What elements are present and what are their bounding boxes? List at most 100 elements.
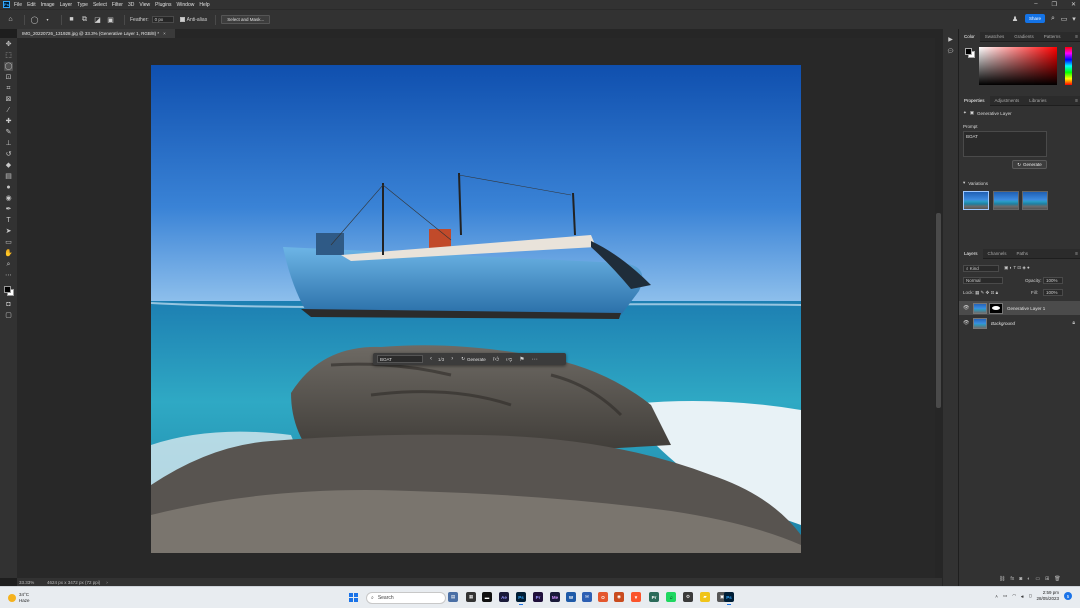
chevron-down-icon[interactable]: ▾ bbox=[1070, 14, 1078, 23]
foreground-color-swatch[interactable] bbox=[3, 286, 11, 293]
terminal-icon[interactable]: ▬ bbox=[482, 592, 492, 602]
weather-widget[interactable]: 34°C Haze bbox=[8, 592, 30, 604]
chevron-down-icon[interactable]: ▾ bbox=[43, 15, 52, 24]
search-icon[interactable]: ⌕ bbox=[1049, 14, 1057, 23]
fx-icon[interactable]: fx bbox=[1010, 576, 1014, 582]
menu-edit[interactable]: Edit bbox=[27, 2, 36, 8]
photoshop-icon[interactable]: Ps bbox=[516, 592, 526, 605]
menu-filter[interactable]: Filter bbox=[112, 2, 123, 8]
zoom-tool-icon[interactable]: ⌕ bbox=[4, 260, 13, 269]
panel-menu-icon[interactable]: ≡ bbox=[1075, 98, 1078, 104]
tab-gradients[interactable]: Gradients bbox=[1009, 32, 1039, 42]
brave-icon[interactable]: ▼ bbox=[631, 592, 641, 602]
more-tools-icon[interactable]: ⋯ bbox=[4, 271, 13, 280]
move-tool-icon[interactable]: ✥ bbox=[4, 40, 13, 49]
menu-file[interactable]: File bbox=[14, 2, 22, 8]
thumbs-up-icon[interactable]: 👍︎ bbox=[493, 355, 499, 363]
settings-icon[interactable]: ⚙ bbox=[683, 592, 693, 602]
zoom-level[interactable]: 33.33% bbox=[17, 580, 39, 585]
vertical-scrollbar[interactable] bbox=[935, 38, 942, 578]
adjustment-layer-icon[interactable]: ◐ bbox=[1027, 576, 1030, 582]
layer-filter-icons[interactable]: ▣ ◐ T ⊡ ◈ ● bbox=[1004, 265, 1030, 271]
layer-name[interactable]: Background bbox=[991, 321, 1015, 326]
maximize-icon[interactable]: ❐ bbox=[1052, 1, 1057, 8]
file-explorer-icon[interactable]: ▰ bbox=[700, 592, 710, 602]
layer-name[interactable]: Generative Layer 1 bbox=[1007, 306, 1045, 311]
quick-mask-icon[interactable]: ◘ bbox=[4, 300, 13, 309]
eraser-tool-icon[interactable]: ◆ bbox=[4, 161, 13, 170]
generate-button[interactable]: ↻ Generate bbox=[461, 356, 486, 362]
menu-select[interactable]: Select bbox=[93, 2, 107, 8]
home-icon[interactable]: ⌂ bbox=[6, 15, 15, 24]
workspace-icon[interactable]: ▭ bbox=[1060, 14, 1068, 23]
prompt-textarea[interactable]: BOAT bbox=[963, 131, 1047, 157]
history-brush-tool-icon[interactable]: ↺ bbox=[4, 150, 13, 159]
color-swatches[interactable] bbox=[3, 285, 15, 297]
media-encoder-icon[interactable]: Me bbox=[550, 592, 560, 602]
pdf-app-icon[interactable]: Pr bbox=[649, 592, 659, 602]
panel-menu-icon[interactable]: ≡ bbox=[1075, 251, 1078, 257]
volume-icon[interactable]: 🔊︎ bbox=[1021, 594, 1024, 599]
tab-patterns[interactable]: Patterns bbox=[1039, 32, 1066, 42]
document-tab[interactable]: IMG_20220726_131928.jpg @ 33.3% (Generat… bbox=[17, 29, 175, 38]
group-icon[interactable]: ▭ bbox=[1035, 576, 1040, 582]
object-selection-tool-icon[interactable]: ⊡ bbox=[4, 73, 13, 82]
menu-layer[interactable]: Layer bbox=[60, 2, 73, 8]
menu-help[interactable]: Help bbox=[199, 2, 209, 8]
panel-menu-icon[interactable]: ≡ bbox=[1075, 34, 1078, 40]
lasso-tool-icon[interactable]: ◯ bbox=[30, 15, 39, 24]
firefox-icon[interactable]: ◉ bbox=[614, 592, 624, 602]
lock-icon[interactable]: 🔒︎ bbox=[1072, 320, 1075, 326]
thumbs-down-icon[interactable]: 👎︎ bbox=[506, 355, 512, 363]
select-and-mask-button[interactable]: Select and Mask... bbox=[221, 15, 271, 24]
variation-thumbnail-2[interactable] bbox=[993, 191, 1019, 210]
add-mask-icon[interactable]: ◙ bbox=[1019, 576, 1022, 582]
widgets-icon[interactable]: ▦ bbox=[466, 592, 476, 602]
layer-filter-select[interactable]: ⌕ Kind bbox=[963, 265, 999, 272]
subtract-selection-icon[interactable]: ◪ bbox=[93, 15, 102, 24]
fill-input[interactable]: 100% bbox=[1043, 289, 1063, 296]
comments-icon[interactable]: 💬︎ bbox=[947, 47, 955, 55]
tab-layers[interactable]: Layers bbox=[959, 248, 983, 259]
chevron-up-icon[interactable]: ˄ bbox=[995, 594, 998, 599]
document-canvas[interactable] bbox=[151, 65, 801, 553]
after-effects-icon[interactable]: Ae bbox=[499, 592, 509, 602]
tab-swatches[interactable]: Swatches bbox=[980, 32, 1010, 42]
minimize-icon[interactable]: – bbox=[1034, 1, 1037, 8]
photoshop-running-icon[interactable]: Ps bbox=[724, 592, 734, 605]
menu-type[interactable]: Type bbox=[77, 2, 88, 8]
canvas-area[interactable]: BOAT ‹ 1/3 › ↻ Generate 👍︎ 👎︎ ⚑ ⋯ bbox=[17, 38, 935, 578]
rectangle-tool-icon[interactable]: ▭ bbox=[4, 238, 13, 247]
windows-start-icon[interactable] bbox=[349, 593, 358, 602]
clock[interactable]: 2:59 pm 28/05/2023 bbox=[1036, 590, 1059, 602]
tab-paths[interactable]: Paths bbox=[1012, 249, 1034, 259]
more-options-icon[interactable]: ⋯ bbox=[532, 356, 538, 363]
menu-3d[interactable]: 3D bbox=[128, 2, 134, 8]
tab-adjustments[interactable]: Adjustments bbox=[990, 96, 1025, 106]
opacity-input[interactable]: 100% bbox=[1043, 277, 1063, 284]
prompt-input[interactable]: BOAT bbox=[377, 355, 423, 363]
taskbar-search[interactable]: ⌕ Search bbox=[366, 592, 446, 604]
eyedropper-tool-icon[interactable]: ⁄ bbox=[4, 106, 13, 115]
layer-row[interactable]: 👁︎ Generative Layer 1 bbox=[959, 301, 1080, 315]
screen-mode-icon[interactable]: ▢ bbox=[4, 311, 13, 320]
layer-row[interactable]: 👁︎ Background 🔒︎ bbox=[959, 316, 1080, 330]
close-icon[interactable]: × bbox=[163, 31, 166, 36]
eye-icon[interactable]: 👁︎ bbox=[963, 305, 971, 311]
task-view-icon[interactable]: ▤ bbox=[448, 592, 458, 602]
new-selection-icon[interactable]: ■ bbox=[67, 15, 76, 24]
chevron-left-icon[interactable]: ‹ bbox=[430, 356, 432, 362]
antialias-checkbox[interactable] bbox=[179, 17, 185, 22]
menu-view[interactable]: View bbox=[139, 2, 150, 8]
lasso-tool-icon[interactable]: ◯ bbox=[4, 62, 13, 71]
scroll-thumb[interactable] bbox=[936, 213, 941, 408]
stamp-tool-icon[interactable]: ⊥ bbox=[4, 139, 13, 148]
frame-tool-icon[interactable]: ⊠ bbox=[4, 95, 13, 104]
color-picker-field[interactable] bbox=[979, 47, 1057, 85]
tab-libraries[interactable]: Libraries bbox=[1024, 96, 1051, 106]
office-icon[interactable]: O bbox=[598, 592, 608, 602]
variations-header[interactable]: ▾ Variations bbox=[963, 180, 988, 186]
chevron-right-icon[interactable]: › bbox=[451, 356, 453, 362]
pen-tool-icon[interactable]: ✒ bbox=[4, 205, 13, 214]
menu-window[interactable]: Window bbox=[177, 2, 195, 8]
